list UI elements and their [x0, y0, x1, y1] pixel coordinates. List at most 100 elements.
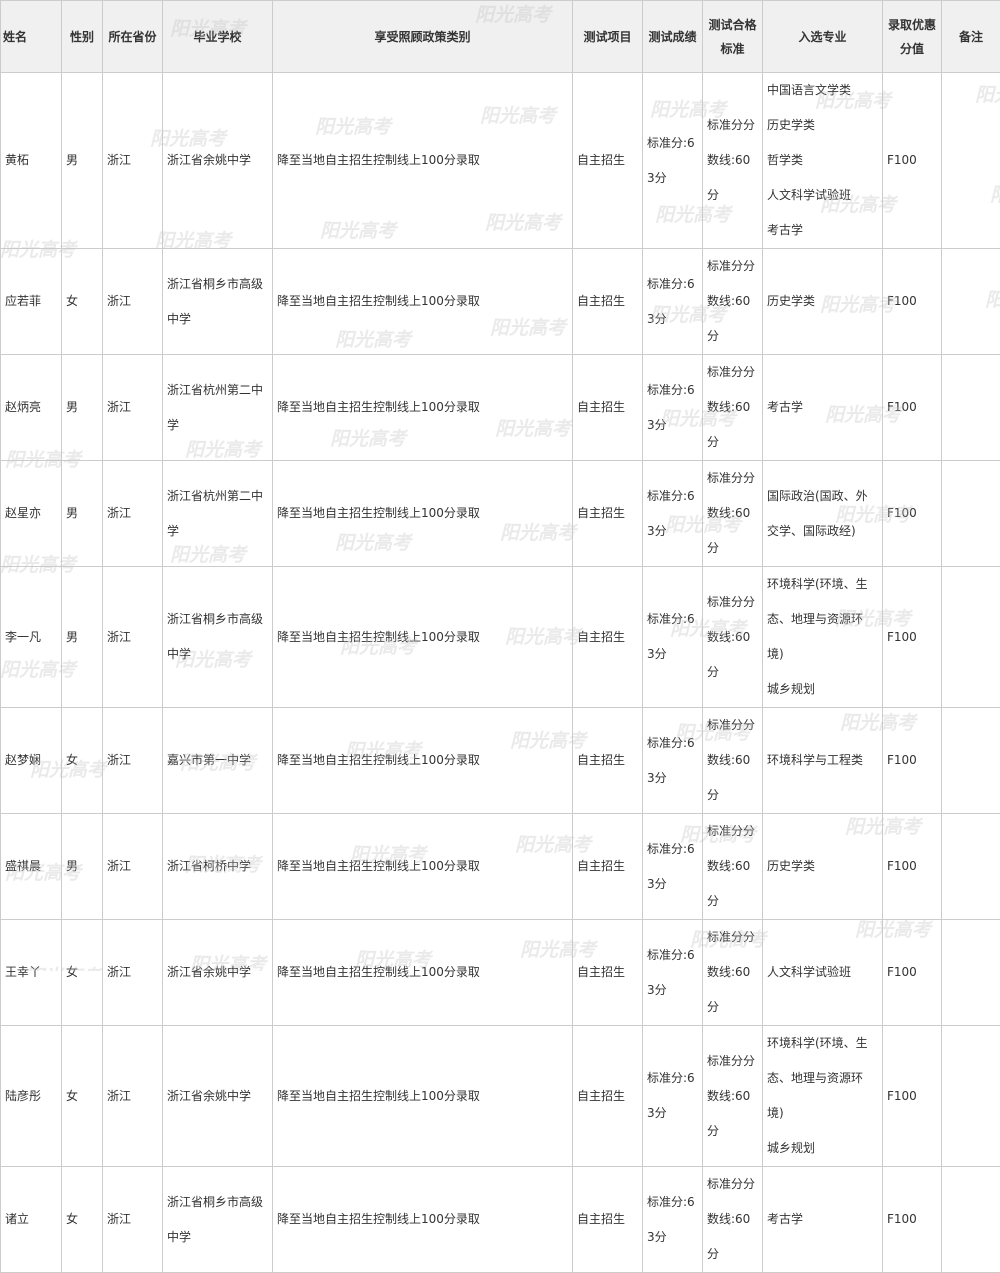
- major-item: 中国语言文学类: [767, 73, 878, 108]
- cell-school: 浙江省余姚中学: [163, 73, 273, 249]
- cell-test-score: 标准分:63分: [643, 814, 703, 920]
- cell-bonus: F100: [883, 708, 942, 814]
- cell-major: 考古学: [763, 1167, 883, 1273]
- cell-pass-standard: 标准分分数线:60分: [703, 567, 763, 708]
- cell-bonus: F100: [883, 920, 942, 1026]
- cell-school: 浙江省桐乡市高级中学: [163, 567, 273, 708]
- cell-pass-standard: 标准分分数线:60分: [703, 920, 763, 1026]
- cell-test-score: 标准分:63分: [643, 1026, 703, 1167]
- major-item: 历史学类: [767, 284, 878, 319]
- cell-test-score: 标准分:63分: [643, 920, 703, 1026]
- cell-test-item: 自主招生: [573, 920, 643, 1026]
- cell-policy: 降至当地自主招生控制线上100分录取: [273, 708, 573, 814]
- cell-gender: 男: [62, 73, 103, 249]
- cell-gender: 男: [62, 814, 103, 920]
- table-row: 诸立女浙江浙江省桐乡市高级中学降至当地自主招生控制线上100分录取自主招生标准分…: [1, 1167, 1000, 1273]
- header-policy: 享受照顾政策类别: [273, 1, 573, 73]
- cell-test-score: 标准分:63分: [643, 73, 703, 249]
- cell-province: 浙江: [103, 814, 163, 920]
- cell-note: [942, 461, 1000, 567]
- cell-pass-standard: 标准分分数线:60分: [703, 355, 763, 461]
- cell-province: 浙江: [103, 708, 163, 814]
- table-row: 陆彦彤女浙江浙江省余姚中学降至当地自主招生控制线上100分录取自主招生标准分:6…: [1, 1026, 1000, 1167]
- cell-policy: 降至当地自主招生控制线上100分录取: [273, 1026, 573, 1167]
- cell-note: [942, 1026, 1000, 1167]
- cell-name: 诸立: [1, 1167, 62, 1273]
- cell-note: [942, 355, 1000, 461]
- cell-school: 嘉兴市第一中学: [163, 708, 273, 814]
- cell-pass-standard: 标准分分数线:60分: [703, 249, 763, 355]
- major-item: 人文科学试验班: [767, 178, 878, 213]
- cell-test-item: 自主招生: [573, 1026, 643, 1167]
- cell-policy: 降至当地自主招生控制线上100分录取: [273, 814, 573, 920]
- cell-name: 赵星亦: [1, 461, 62, 567]
- cell-name: 李一凡: [1, 567, 62, 708]
- cell-policy: 降至当地自主招生控制线上100分录取: [273, 355, 573, 461]
- cell-note: [942, 814, 1000, 920]
- cell-province: 浙江: [103, 1026, 163, 1167]
- table-row: 李一凡男浙江浙江省桐乡市高级中学降至当地自主招生控制线上100分录取自主招生标准…: [1, 567, 1000, 708]
- cell-bonus: F100: [883, 249, 942, 355]
- cell-note: [942, 249, 1000, 355]
- cell-test-score: 标准分:63分: [643, 1167, 703, 1273]
- cell-bonus: F100: [883, 1026, 942, 1167]
- cell-school: 浙江省杭州第二中学: [163, 355, 273, 461]
- cell-name: 盛祺晨: [1, 814, 62, 920]
- major-item: 环境科学(环境、生态、地理与资源环境): [767, 567, 878, 672]
- cell-pass-standard: 标准分分数线:60分: [703, 1167, 763, 1273]
- cell-test-item: 自主招生: [573, 249, 643, 355]
- cell-bonus: F100: [883, 461, 942, 567]
- cell-pass-standard: 标准分分数线:60分: [703, 1026, 763, 1167]
- cell-school: 浙江省杭州第二中学: [163, 461, 273, 567]
- cell-province: 浙江: [103, 73, 163, 249]
- major-item: 环境科学与工程类: [767, 743, 878, 778]
- cell-province: 浙江: [103, 1167, 163, 1273]
- header-school: 毕业学校: [163, 1, 273, 73]
- header-test-score: 测试成绩: [643, 1, 703, 73]
- cell-pass-standard: 标准分分数线:60分: [703, 814, 763, 920]
- cell-gender: 男: [62, 567, 103, 708]
- table-row: 应若菲女浙江浙江省桐乡市高级中学降至当地自主招生控制线上100分录取自主招生标准…: [1, 249, 1000, 355]
- table-row: 赵星亦男浙江浙江省杭州第二中学降至当地自主招生控制线上100分录取自主招生标准分…: [1, 461, 1000, 567]
- cell-bonus: F100: [883, 355, 942, 461]
- cell-school: 浙江省桐乡市高级中学: [163, 249, 273, 355]
- header-pass-standard: 测试合格标准: [703, 1, 763, 73]
- cell-gender: 女: [62, 920, 103, 1026]
- cell-test-item: 自主招生: [573, 814, 643, 920]
- cell-note: [942, 1167, 1000, 1273]
- cell-note: [942, 567, 1000, 708]
- cell-school: 浙江省桐乡市高级中学: [163, 1167, 273, 1273]
- cell-test-score: 标准分:63分: [643, 355, 703, 461]
- table-row: 赵炳亮男浙江浙江省杭州第二中学降至当地自主招生控制线上100分录取自主招生标准分…: [1, 355, 1000, 461]
- cell-major: 环境科学(环境、生态、地理与资源环境)城乡规划: [763, 567, 883, 708]
- table-row: 黄柘男浙江浙江省余姚中学降至当地自主招生控制线上100分录取自主招生标准分:63…: [1, 73, 1000, 249]
- major-item: 考古学: [767, 213, 878, 248]
- cell-test-item: 自主招生: [573, 567, 643, 708]
- cell-test-item: 自主招生: [573, 73, 643, 249]
- major-item: 城乡规划: [767, 672, 878, 707]
- cell-province: 浙江: [103, 920, 163, 1026]
- cell-pass-standard: 标准分分数线:60分: [703, 461, 763, 567]
- header-test-item: 测试项目: [573, 1, 643, 73]
- cell-pass-standard: 标准分分数线:60分: [703, 708, 763, 814]
- table-row: 赵梦娴女浙江嘉兴市第一中学降至当地自主招生控制线上100分录取自主招生标准分:6…: [1, 708, 1000, 814]
- major-item: 考古学: [767, 390, 878, 425]
- cell-bonus: F100: [883, 1167, 942, 1273]
- cell-name: 赵炳亮: [1, 355, 62, 461]
- cell-test-score: 标准分:63分: [643, 708, 703, 814]
- cell-policy: 降至当地自主招生控制线上100分录取: [273, 567, 573, 708]
- table-header-row: 姓名 性别 所在省份 毕业学校 享受照顾政策类别 测试项目 测试成绩 测试合格标…: [1, 1, 1000, 73]
- cell-name: 赵梦娴: [1, 708, 62, 814]
- cell-major: 历史学类: [763, 249, 883, 355]
- cell-bonus: F100: [883, 814, 942, 920]
- cell-policy: 降至当地自主招生控制线上100分录取: [273, 920, 573, 1026]
- cell-major: 中国语言文学类历史学类哲学类人文科学试验班考古学: [763, 73, 883, 249]
- cell-name: 陆彦彤: [1, 1026, 62, 1167]
- cell-name: 应若菲: [1, 249, 62, 355]
- header-major: 入选专业: [763, 1, 883, 73]
- cell-major: 历史学类: [763, 814, 883, 920]
- major-item: 环境科学(环境、生态、地理与资源环境): [767, 1026, 878, 1131]
- major-item: 历史学类: [767, 108, 878, 143]
- cell-province: 浙江: [103, 249, 163, 355]
- cell-test-item: 自主招生: [573, 708, 643, 814]
